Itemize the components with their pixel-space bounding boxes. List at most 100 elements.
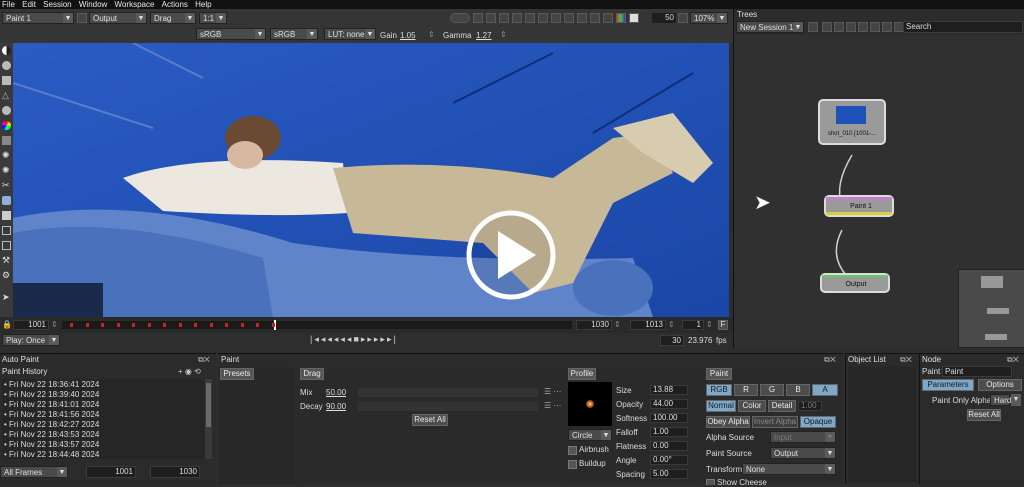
keyframe-marker[interactable] xyxy=(163,323,166,327)
f-button[interactable]: F xyxy=(718,320,728,330)
tab-options[interactable]: Options xyxy=(978,379,1022,391)
session-select[interactable]: New Session 1 ▼ xyxy=(736,21,804,33)
alpha-source-select[interactable]: Input ▼ xyxy=(770,431,836,443)
chevron-down-icon[interactable]: ▼ xyxy=(1011,394,1021,406)
fit-icon[interactable] xyxy=(525,13,535,23)
decay-slider[interactable] xyxy=(358,402,538,411)
history-item[interactable]: • Fri Nov 22 18:41:56 2024 xyxy=(4,410,99,419)
detail-value-field[interactable]: 1.00 xyxy=(798,401,822,411)
history-actions-icon[interactable]: + ◉ ⟲ xyxy=(178,367,214,376)
paint-tab[interactable]: Paint xyxy=(706,368,732,380)
end-spinner-icon[interactable]: ⇕ xyxy=(668,320,676,330)
drag-reset-all-button[interactable]: Reset All xyxy=(412,414,448,426)
color-wheel-icon[interactable] xyxy=(2,121,11,130)
wrench-icon[interactable]: ⚒ xyxy=(2,256,11,265)
keyframe-marker[interactable] xyxy=(225,323,228,327)
viewer-canvas[interactable] xyxy=(13,43,729,317)
camera-icon[interactable] xyxy=(473,13,483,23)
size-field[interactable]: 13.88 xyxy=(650,385,688,395)
history-scrollbar[interactable] xyxy=(205,379,212,459)
timeline-scrubber[interactable] xyxy=(62,320,572,330)
lock-timeline-icon[interactable]: 🔒 xyxy=(2,320,12,329)
keyframe-marker[interactable] xyxy=(240,323,244,327)
history-item[interactable]: • Fri Nov 22 18:43:53 2024 xyxy=(4,430,99,439)
node-paint[interactable]: Paint 1 xyxy=(824,195,894,217)
menu-edit[interactable]: Edit xyxy=(22,0,36,9)
keyframe-marker[interactable] xyxy=(132,323,135,327)
decay-value[interactable]: 90.00 xyxy=(326,402,346,411)
history-item[interactable]: • Fri Nov 22 18:39:40 2024 xyxy=(4,390,99,399)
fill-icon[interactable] xyxy=(2,211,11,220)
tree-tool-3-icon[interactable] xyxy=(834,22,844,32)
falloff-field[interactable]: 1.00 xyxy=(650,427,688,437)
blur-icon[interactable]: ✺ xyxy=(2,166,11,175)
frames-mode-select[interactable]: All Frames ▼ xyxy=(0,466,68,478)
info-icon[interactable] xyxy=(603,13,613,23)
decay-menu-icon[interactable]: ☰ ⋯ xyxy=(544,401,561,410)
eraser-icon[interactable] xyxy=(2,196,11,205)
zoom-icon[interactable] xyxy=(538,13,548,23)
frame-field[interactable]: 30 xyxy=(660,335,684,346)
channels-icon[interactable] xyxy=(616,13,626,23)
rect-icon[interactable] xyxy=(2,226,11,235)
drag-mode-select[interactable]: Drag ▼ xyxy=(150,12,196,24)
settings-icon[interactable] xyxy=(564,13,574,23)
layers-icon[interactable] xyxy=(2,136,11,145)
invert-alpha-button[interactable]: Invert Alpha xyxy=(752,416,798,428)
history-item[interactable]: • Fri Nov 22 18:41:01 2024 xyxy=(4,400,99,409)
mode-detail-button[interactable]: Detail xyxy=(768,400,796,412)
scissors-icon[interactable]: ✂ xyxy=(2,181,11,190)
brush-icon[interactable] xyxy=(2,61,11,70)
show-cheese-checkbox[interactable] xyxy=(706,479,715,485)
view-mode-select[interactable]: Output ▼ xyxy=(89,12,147,24)
frame-icon[interactable] xyxy=(486,13,496,23)
mix-value[interactable]: 50.00 xyxy=(326,388,346,397)
mode-color-button[interactable]: Color xyxy=(738,400,766,412)
keyframe-marker[interactable] xyxy=(147,323,151,327)
keyframe-marker[interactable] xyxy=(209,323,213,327)
crop-icon[interactable] xyxy=(512,13,522,23)
node-read[interactable]: shot_010.[1001-... xyxy=(818,99,886,145)
waveform-icon[interactable] xyxy=(590,13,600,23)
flatness-field[interactable]: 0.00 xyxy=(650,441,688,451)
ratio-select[interactable]: 1:1 ▼ xyxy=(199,12,227,24)
gain-spinner-icon[interactable]: ⇕ xyxy=(428,30,435,39)
keyframe-marker[interactable] xyxy=(178,323,182,327)
keyframe-marker[interactable] xyxy=(271,323,275,327)
step-spinner-icon[interactable]: ⇕ xyxy=(706,320,714,330)
overlay-icon[interactable] xyxy=(577,13,587,23)
panel-float-close-icon[interactable]: ⧉✕ xyxy=(1007,355,1023,364)
angle-field[interactable]: 0.00° xyxy=(650,455,688,465)
brush-shape-select[interactable]: Circle ▼ xyxy=(568,429,612,441)
pointer-icon[interactable]: ➤ xyxy=(2,293,11,302)
channel-r-button[interactable]: R xyxy=(734,384,758,396)
in-spinner-icon[interactable]: ⇕ xyxy=(614,320,622,330)
panel-float-close-icon[interactable]: ⧉✕ xyxy=(198,355,214,364)
opaque-button[interactable]: Opaque xyxy=(800,416,836,428)
keyframe-marker[interactable] xyxy=(85,323,89,327)
channel-b-button[interactable]: B xyxy=(786,384,810,396)
grid-icon[interactable] xyxy=(499,13,509,23)
tree-tool-5-icon[interactable] xyxy=(858,22,868,32)
history-item[interactable]: • Fri Nov 22 18:36:41 2024 xyxy=(4,380,99,389)
tree-tool-4-icon[interactable] xyxy=(846,22,856,32)
history-item[interactable]: • Fri Nov 22 18:44:48 2024 xyxy=(4,450,99,459)
gamma-value[interactable]: 1.27 xyxy=(476,31,492,40)
timeline-start-field[interactable]: 1001 xyxy=(13,320,49,330)
keyframe-marker[interactable] xyxy=(194,323,197,327)
transform-select[interactable]: None ▼ xyxy=(742,463,836,475)
step-field[interactable]: 1 xyxy=(682,320,704,330)
tree-tool-7-icon[interactable] xyxy=(882,22,892,32)
presets-tab[interactable]: Presets xyxy=(220,368,254,380)
node-name-field[interactable]: Paint xyxy=(942,366,1012,377)
node-output[interactable]: Output xyxy=(820,273,890,293)
transport-controls[interactable]: |◂◂◂◂◂◂■▸▸▸▸▸| xyxy=(310,334,415,346)
search-input[interactable]: Search xyxy=(903,21,1023,33)
mode-normal-button[interactable]: Normal xyxy=(706,400,736,412)
to-frame-field[interactable]: 1030 xyxy=(150,466,200,478)
gain-value[interactable]: 1.05 xyxy=(400,31,416,40)
scroll-thumb[interactable] xyxy=(206,383,211,427)
lock-icon[interactable] xyxy=(77,13,87,23)
gamma-spinner-icon[interactable]: ⇕ xyxy=(500,30,507,39)
toggle-icon[interactable] xyxy=(450,13,470,23)
